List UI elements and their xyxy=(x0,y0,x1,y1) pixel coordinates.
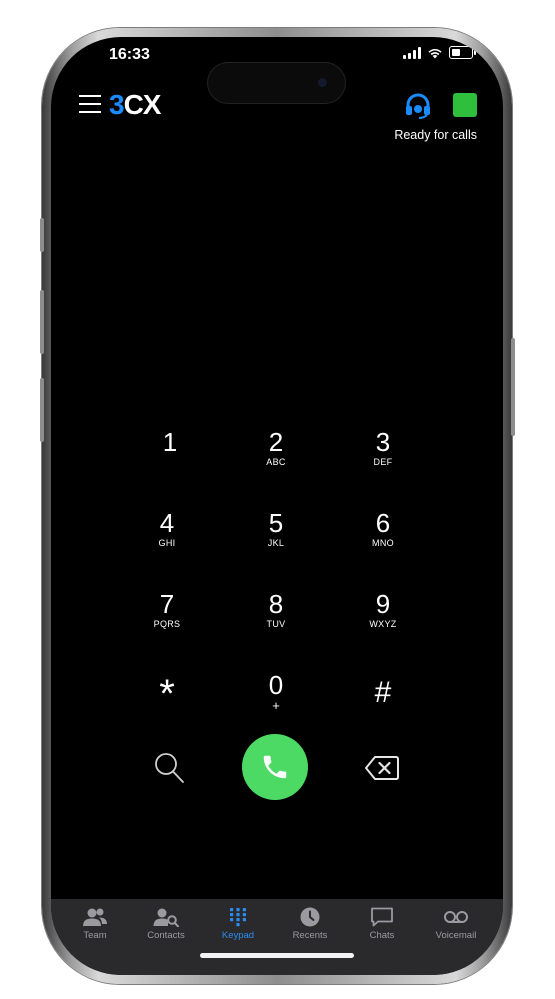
contacts-icon xyxy=(153,908,179,927)
key-letters: PQRS xyxy=(153,619,181,629)
team-icon xyxy=(83,908,107,926)
key-digit: 5 xyxy=(268,508,284,538)
key-2[interactable]: 2 ABC xyxy=(231,427,321,487)
search-icon[interactable] xyxy=(151,750,187,786)
key-digit: 7 xyxy=(159,589,175,619)
key-letters: MNO xyxy=(372,538,394,548)
action-button xyxy=(40,218,44,252)
cellular-signal-icon xyxy=(403,46,421,59)
key-digit: 6 xyxy=(375,508,391,538)
tab-label: Contacts xyxy=(147,930,185,941)
presence-status-indicator[interactable] xyxy=(453,93,477,117)
key-letters: GHI xyxy=(158,538,176,548)
key-digit: 9 xyxy=(375,589,391,619)
voicemail-icon xyxy=(444,911,468,923)
key-digit: 3 xyxy=(375,427,391,457)
headset-icon[interactable] xyxy=(404,93,432,119)
key-letters: TUV xyxy=(266,619,286,629)
tab-label: Team xyxy=(83,930,107,941)
key-letters: WXYZ xyxy=(369,619,397,629)
key-digit: 8 xyxy=(268,589,284,619)
key-letters: ABC xyxy=(266,457,286,467)
key-hash[interactable]: # xyxy=(338,674,428,734)
key-star[interactable]: * xyxy=(122,674,212,734)
home-indicator[interactable] xyxy=(200,953,354,958)
call-button[interactable] xyxy=(242,734,308,800)
volume-up-button xyxy=(40,290,44,354)
phone-icon xyxy=(263,755,287,779)
key-letters: JKL xyxy=(267,538,285,548)
key-1[interactable]: 1 xyxy=(125,427,215,487)
key-6[interactable]: 6 MNO xyxy=(338,508,428,568)
key-4[interactable]: 4 GHI xyxy=(122,508,212,568)
key-9[interactable]: 9 WXYZ xyxy=(338,589,428,649)
key-digit: * xyxy=(159,672,175,716)
dynamic-island xyxy=(208,63,345,103)
key-digit: 1 xyxy=(162,427,178,457)
key-5[interactable]: 5 JKL xyxy=(231,508,321,568)
phone-screen: 16:33 3CX Ready for calls 1 2 ABC 3 DEF xyxy=(51,37,503,975)
key-digit: 2 xyxy=(268,427,284,457)
battery-icon xyxy=(449,46,476,59)
key-letters: DEF xyxy=(373,457,393,467)
clock-icon xyxy=(300,907,320,927)
wifi-icon xyxy=(428,48,442,58)
key-8[interactable]: 8 TUV xyxy=(231,589,321,649)
status-label: Ready for calls xyxy=(394,128,477,142)
key-digit: 4 xyxy=(159,508,175,538)
tab-voicemail[interactable]: Voicemail xyxy=(421,907,491,947)
key-7[interactable]: 7 PQRS xyxy=(122,589,212,649)
tab-recents[interactable]: Recents xyxy=(275,907,345,947)
backspace-icon[interactable] xyxy=(364,754,400,782)
keypad-icon xyxy=(230,908,246,927)
tab-label: Recents xyxy=(292,930,328,941)
front-camera xyxy=(318,78,327,87)
status-icons xyxy=(403,46,476,59)
chat-icon xyxy=(371,907,393,927)
key-0[interactable]: 0 + xyxy=(231,670,321,730)
key-letters: + xyxy=(272,698,280,713)
menu-icon[interactable] xyxy=(79,95,101,113)
tab-team[interactable]: Team xyxy=(60,907,130,947)
tab-keypad[interactable]: Keypad xyxy=(203,907,273,947)
status-time: 16:33 xyxy=(109,46,150,63)
tab-label: Chats xyxy=(369,930,395,941)
app-logo: 3CX xyxy=(109,89,161,120)
tab-label: Keypad xyxy=(221,930,255,941)
key-digit: 0 xyxy=(268,670,284,700)
tab-chats[interactable]: Chats xyxy=(347,907,417,947)
tab-contacts[interactable]: Contacts xyxy=(131,907,201,947)
volume-down-button xyxy=(40,378,44,442)
tab-label: Voicemail xyxy=(435,930,477,941)
power-button xyxy=(511,338,515,436)
key-digit: # xyxy=(374,676,392,709)
key-3[interactable]: 3 DEF xyxy=(338,427,428,487)
tab-bar: Team Contacts Keypad Recents Chats Voice… xyxy=(51,899,503,975)
